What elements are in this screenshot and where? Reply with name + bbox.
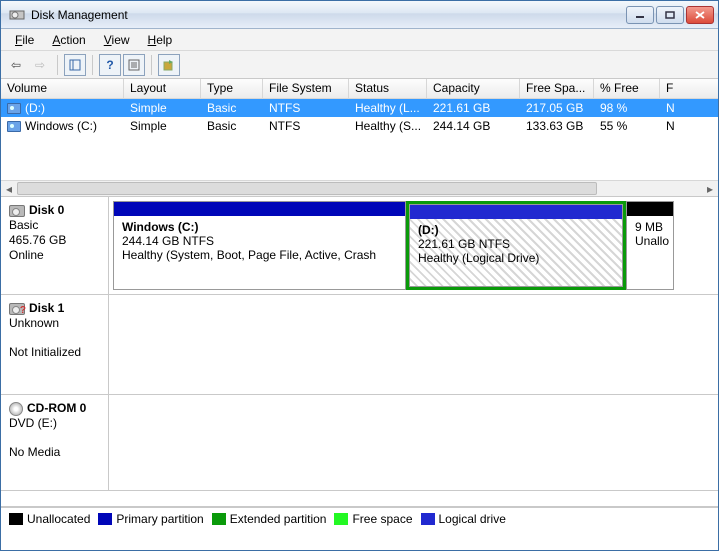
volume-cell-pct: 98 %: [594, 101, 660, 115]
back-button[interactable]: ⇦: [5, 54, 27, 76]
legend-swatch-unallocated: [9, 513, 23, 525]
menu-action[interactable]: Action: [44, 31, 93, 49]
legend-label: Unallocated: [27, 512, 90, 526]
refresh-button[interactable]: [158, 54, 180, 76]
legend-swatch-extended: [212, 513, 226, 525]
col-capacity[interactable]: Capacity: [427, 79, 520, 98]
volume-cell-fs: NTFS: [263, 119, 349, 133]
volume-cell-fs: NTFS: [263, 101, 349, 115]
volume-row[interactable]: (D:)SimpleBasicNTFSHealthy (L...221.61 G…: [1, 99, 718, 117]
col-volume[interactable]: Volume: [1, 79, 124, 98]
legend-label: Logical drive: [439, 512, 506, 526]
volume-cell-fa: N: [660, 101, 700, 115]
drive-icon: [7, 121, 21, 132]
disk-info[interactable]: Disk 1UnknownNot Initialized: [1, 295, 109, 394]
volume-cell-name: Windows (C:): [1, 119, 124, 133]
logical-partition[interactable]: (D:)221.61 GB NTFSHealthy (Logical Drive…: [409, 204, 623, 287]
volume-cell-layout: Simple: [124, 119, 201, 133]
volume-cell-free: 217.05 GB: [520, 101, 594, 115]
minimize-button[interactable]: [626, 6, 654, 24]
toolbar: ⇦ ⇨ ?: [1, 51, 718, 79]
disk-row: Disk 0Basic465.76 GBOnlineWindows (C:)24…: [1, 197, 718, 295]
disk-icon: [9, 303, 25, 315]
legend-swatch-logical: [421, 513, 435, 525]
legend-swatch-free: [334, 513, 348, 525]
volume-row[interactable]: Windows (C:)SimpleBasicNTFSHealthy (S...…: [1, 117, 718, 135]
disk-row: Disk 1UnknownNot Initialized: [1, 295, 718, 395]
col-fault[interactable]: F: [660, 79, 700, 98]
close-button[interactable]: [686, 6, 714, 24]
forward-button[interactable]: ⇨: [29, 54, 51, 76]
disk-row: CD-ROM 0DVD (E:)No Media: [1, 395, 718, 491]
primary-partition[interactable]: Windows (C:)244.14 GB NTFSHealthy (Syste…: [113, 201, 406, 290]
maximize-button[interactable]: [656, 6, 684, 24]
unalloc-partition[interactable]: 9 MBUnallo: [626, 201, 674, 290]
scroll-left-button[interactable]: ◂: [1, 181, 17, 196]
col-layout[interactable]: Layout: [124, 79, 201, 98]
scroll-right-button[interactable]: ▸: [702, 181, 718, 196]
titlebar: Disk Management: [1, 1, 718, 29]
col-freespace[interactable]: Free Spa...: [520, 79, 594, 98]
partition-area: Windows (C:)244.14 GB NTFSHealthy (Syste…: [109, 197, 718, 294]
volume-cell-layout: Simple: [124, 101, 201, 115]
volume-cell-status: Healthy (L...: [349, 101, 427, 115]
menu-help[interactable]: Help: [140, 31, 181, 49]
show-hide-button[interactable]: [64, 54, 86, 76]
properties-button[interactable]: [123, 54, 145, 76]
menu-view[interactable]: View: [96, 31, 138, 49]
partition-cap: [627, 202, 673, 216]
list-horizontal-scrollbar[interactable]: ◂ ▸: [1, 180, 718, 196]
legend-swatch-primary: [98, 513, 112, 525]
volume-cell-free: 133.63 GB: [520, 119, 594, 133]
col-status[interactable]: Status: [349, 79, 427, 98]
window-title: Disk Management: [31, 8, 626, 22]
disk-info[interactable]: CD-ROM 0DVD (E:)No Media: [1, 395, 109, 490]
disk-info[interactable]: Disk 0Basic465.76 GBOnline: [1, 197, 109, 294]
volume-cell-fa: N: [660, 119, 700, 133]
partition-area: [109, 295, 718, 394]
col-filesystem[interactable]: File System: [263, 79, 349, 98]
col-pctfree[interactable]: % Free: [594, 79, 660, 98]
legend-label: Free space: [352, 512, 412, 526]
col-type[interactable]: Type: [201, 79, 263, 98]
volume-cell-status: Healthy (S...: [349, 119, 427, 133]
volume-cell-type: Basic: [201, 101, 263, 115]
volume-cell-type: Basic: [201, 119, 263, 133]
partition-body: 9 MBUnallo: [627, 216, 673, 289]
volume-list: Volume Layout Type File System Status Ca…: [1, 79, 718, 197]
partition-body: Windows (C:)244.14 GB NTFSHealthy (Syste…: [114, 216, 405, 289]
partition-cap: [410, 205, 622, 219]
menubar: File Action View Help: [1, 29, 718, 51]
disk-icon: [9, 402, 23, 416]
drive-icon: [7, 103, 21, 114]
disk-graphical-view: Disk 0Basic465.76 GBOnlineWindows (C:)24…: [1, 197, 718, 507]
app-icon: [9, 7, 25, 23]
help-button[interactable]: ?: [99, 54, 121, 76]
volume-cell-capacity: 244.14 GB: [427, 119, 520, 133]
volume-cell-capacity: 221.61 GB: [427, 101, 520, 115]
legend: Unallocated Primary partition Extended p…: [1, 507, 718, 529]
scroll-thumb[interactable]: [17, 182, 597, 195]
volume-list-header: Volume Layout Type File System Status Ca…: [1, 79, 718, 99]
legend-label: Primary partition: [116, 512, 203, 526]
volume-cell-name: (D:): [1, 101, 124, 115]
partition-body: (D:)221.61 GB NTFSHealthy (Logical Drive…: [410, 219, 622, 286]
partition-area: [109, 395, 718, 490]
disk-icon: [9, 205, 25, 217]
partition-cap: [114, 202, 405, 216]
menu-file[interactable]: File: [7, 31, 42, 49]
volume-cell-pct: 55 %: [594, 119, 660, 133]
legend-label: Extended partition: [230, 512, 327, 526]
extended-partition[interactable]: (D:)221.61 GB NTFSHealthy (Logical Drive…: [406, 201, 626, 290]
